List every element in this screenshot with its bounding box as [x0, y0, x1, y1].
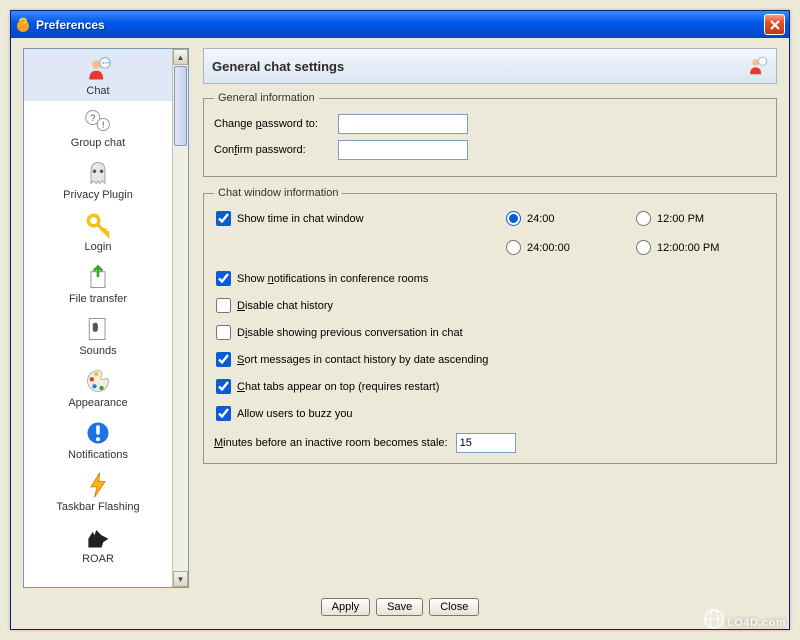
close-window-button[interactable] [764, 14, 785, 35]
dialog-buttons: Apply Save Close [23, 598, 777, 616]
person-chat-icon [746, 55, 768, 77]
sidebar-item-label: Privacy Plugin [26, 189, 170, 201]
radio-label: 24:00:00 [527, 242, 570, 254]
lightning-icon [84, 471, 112, 499]
sidebar-item-label: Group chat [26, 137, 170, 149]
sort-messages-checkbox[interactable] [216, 352, 231, 367]
scroll-up-arrow-icon[interactable]: ▲ [173, 49, 188, 65]
save-button[interactable]: Save [376, 598, 423, 616]
apply-button[interactable]: Apply [321, 598, 371, 616]
scroll-down-arrow-icon[interactable]: ▼ [173, 571, 188, 587]
sidebar-item-privacy-plugin[interactable]: Privacy Plugin [24, 153, 172, 205]
sidebar-item-label: File transfer [26, 293, 170, 305]
sidebar-item-label: Notifications [26, 449, 170, 461]
show-notifications-label: Show notifications in conference rooms [237, 273, 428, 285]
tabs-on-top-checkbox[interactable] [216, 379, 231, 394]
sort-messages-label: Sort messages in contact history by date… [237, 354, 488, 366]
radio-label: 12:00 PM [657, 213, 704, 225]
disable-history-label: Disable chat history [237, 300, 333, 312]
group-legend: General information [214, 92, 319, 104]
time-format-12pm-radio[interactable] [636, 211, 651, 226]
file-transfer-icon [84, 263, 112, 291]
svg-text:!: ! [102, 120, 105, 131]
change-password-label: Change password to: [214, 118, 332, 130]
sidebar-item-chat[interactable]: Chat [24, 49, 172, 101]
radio-label: 12:00:00 PM [657, 242, 719, 254]
disable-previous-label: Disable showing previous conversation in… [237, 327, 463, 339]
sidebar-scrollbar[interactable]: ▲ ▼ [172, 49, 188, 587]
allow-buzz-label: Allow users to buzz you [237, 408, 353, 420]
sounds-icon [84, 315, 112, 343]
sidebar-item-file-transfer[interactable]: File transfer [24, 257, 172, 309]
scroll-thumb[interactable] [174, 66, 187, 146]
svg-text:?: ? [90, 113, 95, 124]
person-chat-icon [84, 55, 112, 83]
change-password-field[interactable] [338, 114, 468, 134]
stale-minutes-label: Minutes before an inactive room becomes … [214, 437, 448, 449]
radio-label: 24:00 [527, 213, 555, 225]
sidebar-item-label: Appearance [26, 397, 170, 409]
show-time-checkbox[interactable] [216, 211, 231, 226]
app-icon [15, 17, 31, 33]
sidebar-item-appearance[interactable]: Appearance [24, 361, 172, 413]
page-header: General chat settings [203, 48, 777, 84]
content-panel: General chat settings General informatio… [203, 48, 777, 588]
key-icon [84, 211, 112, 239]
wolf-icon [84, 523, 112, 551]
show-notifications-checkbox[interactable] [216, 271, 231, 286]
ghost-icon [84, 159, 112, 187]
group-legend: Chat window information [214, 187, 342, 199]
sidebar-item-taskbar-flashing[interactable]: Taskbar Flashing [24, 465, 172, 517]
disable-history-checkbox[interactable] [216, 298, 231, 313]
general-information-group: General information Change password to: … [203, 92, 777, 177]
allow-buzz-checkbox[interactable] [216, 406, 231, 421]
sidebar-item-label: Taskbar Flashing [26, 501, 170, 513]
time-format-24-radio[interactable] [506, 211, 521, 226]
sidebar-item-group-chat[interactable]: ?! Group chat [24, 101, 172, 153]
tabs-on-top-label: Chat tabs appear on top (requires restar… [237, 381, 439, 393]
confirm-password-label: Confirm password: [214, 144, 332, 156]
chat-window-information-group: Chat window information Show time in cha… [203, 187, 777, 464]
alert-icon [84, 419, 112, 447]
group-chat-icon: ?! [84, 107, 112, 135]
page-title: General chat settings [212, 59, 344, 74]
sidebar-item-label: Chat [26, 85, 170, 97]
sidebar-item-label: Login [26, 241, 170, 253]
sidebar-item-roar[interactable]: ROAR [24, 517, 172, 569]
sidebar-item-label: Sounds [26, 345, 170, 357]
disable-previous-checkbox[interactable] [216, 325, 231, 340]
preferences-window: Preferences Chat ?! Group chat [10, 10, 790, 630]
close-button[interactable]: Close [429, 598, 479, 616]
sidebar-item-login[interactable]: Login [24, 205, 172, 257]
show-time-label: Show time in chat window [237, 213, 364, 225]
sidebar-item-label: ROAR [26, 553, 170, 565]
confirm-password-field[interactable] [338, 140, 468, 160]
titlebar[interactable]: Preferences [11, 11, 789, 38]
sidebar-item-notifications[interactable]: Notifications [24, 413, 172, 465]
window-body: Chat ?! Group chat Privacy Plugin Login [11, 38, 789, 629]
time-format-12pms-radio[interactable] [636, 240, 651, 255]
stale-minutes-field[interactable] [456, 433, 516, 453]
sidebar: Chat ?! Group chat Privacy Plugin Login [23, 48, 189, 588]
time-format-24s-radio[interactable] [506, 240, 521, 255]
sidebar-item-sounds[interactable]: Sounds [24, 309, 172, 361]
palette-icon [84, 367, 112, 395]
window-title: Preferences [36, 18, 764, 32]
